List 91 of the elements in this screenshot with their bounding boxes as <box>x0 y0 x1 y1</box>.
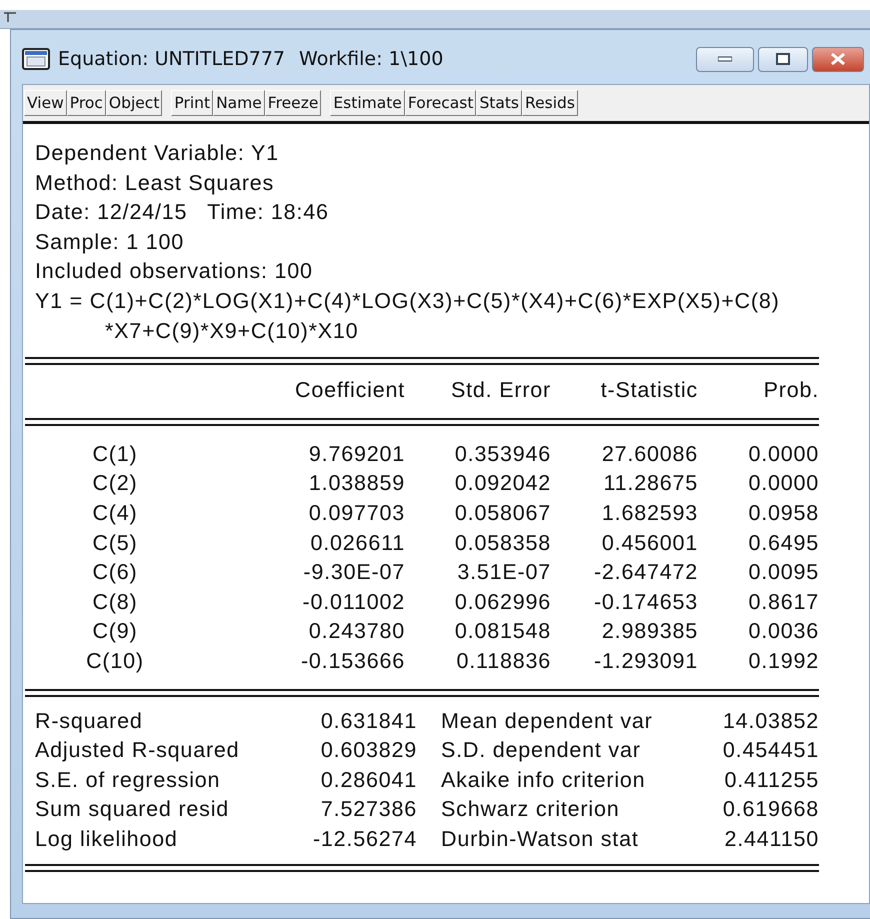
statistic-label: S.E. of regression <box>35 766 222 794</box>
equation-line: *X7+C(9)*X9+C(10)*X10 <box>104 318 360 345</box>
variable-name: C(6) <box>91 559 138 586</box>
window-title: Equation: UNTITLED777 <box>58 48 286 70</box>
table-cell-text: 0.6495 <box>747 530 819 557</box>
table-cell-text: 0.026611 <box>310 530 405 557</box>
statistic-label: Sum squared resid <box>35 796 230 824</box>
statistic-value: 0.286041 <box>320 766 417 794</box>
toolbar-button[interactable]: Name <box>213 90 265 116</box>
statistic-value: 0.454451 <box>722 737 819 764</box>
statistic-label: R-squared <box>35 708 144 734</box>
column-header: Coefficient <box>294 377 405 404</box>
table-cell-text: 0.0000 <box>747 470 819 498</box>
maximize-icon <box>776 53 790 65</box>
statistic-label: Durbin-Watson stat <box>441 826 640 853</box>
column-header: Std. Error <box>450 377 551 404</box>
statistic-value: 0.631841 <box>320 708 417 734</box>
statistic-value: 0.603829 <box>320 737 417 764</box>
close-button[interactable] <box>812 46 864 72</box>
equation-line: Y1 = C(1)+C(2)*LOG(X1)+C(4)*LOG(X3)+C(5)*(X4)+C(6)*EXP(X5)+C(8) <box>35 288 781 315</box>
minimize-icon <box>718 56 732 62</box>
table-cell-text: -0.174653 <box>592 588 698 616</box>
table-cell-text: 0.092042 <box>454 470 551 498</box>
statistic-value: -12.56274 <box>312 826 417 853</box>
table-cell-text: 27.60086 <box>600 440 698 468</box>
table-cell-text: -2.647472 <box>592 559 698 586</box>
table-cell-text: 0.118836 <box>456 648 551 675</box>
toolbar-button[interactable]: Print <box>171 90 214 116</box>
table-cell-text: 1.038859 <box>308 470 405 498</box>
toolbar-button[interactable]: View <box>24 90 67 116</box>
table-cell-text: 0.243780 <box>308 618 405 646</box>
header-line: Dependent Variable: Y1 <box>35 140 280 167</box>
maximize-button[interactable] <box>758 46 808 72</box>
statistic-value: 2.441150 <box>724 826 819 853</box>
table-cell-text: 1.682593 <box>600 500 698 527</box>
toolbar-button[interactable]: Freeze <box>264 90 322 116</box>
table-cell-text: 0.097703 <box>308 500 405 527</box>
variable-name: C(5) <box>91 530 138 557</box>
variable-name: C(9) <box>91 618 138 646</box>
table-cell-text: 0.081548 <box>454 618 551 646</box>
table-cell-text: 0.058358 <box>454 530 551 557</box>
table-cell-text: 3.51E-07 <box>456 559 551 586</box>
statistic-label: S.D. dependent var <box>441 737 642 764</box>
statistic-label: Adjusted R-squared <box>35 737 240 764</box>
header-line: Included observations: 100 <box>35 258 314 286</box>
toolbar-button[interactable]: Stats <box>476 90 522 116</box>
statistic-label: Mean dependent var <box>441 708 654 734</box>
variable-name: C(2) <box>91 470 138 498</box>
table-cell-text: -0.153666 <box>300 648 405 675</box>
header-line: Sample: 1 100 <box>35 228 186 256</box>
table-cell-text: 2.989385 <box>600 618 698 646</box>
table-cell-text: 0.0000 <box>747 440 819 468</box>
table-cell-text: 11.28675 <box>602 470 698 498</box>
variable-name: C(10) <box>85 648 145 675</box>
statistic-label: Log likelihood <box>35 826 179 853</box>
statistic-label: Akaike info criterion <box>441 766 646 794</box>
toolbar-button[interactable]: Estimate <box>330 90 405 116</box>
statistic-value: 14.03852 <box>722 708 819 734</box>
header-line: Date: 12/24/15 Time: 18:46 <box>35 199 330 226</box>
variable-name: C(8) <box>91 588 138 616</box>
table-cell-text: 0.8617 <box>747 588 819 616</box>
toolbar-button[interactable]: Resids <box>522 90 578 116</box>
statistic-value: 0.619668 <box>722 796 819 824</box>
table-cell-text: 0.058067 <box>454 500 551 527</box>
column-header: t-Statistic <box>600 377 698 404</box>
table-cell-text: 9.769201 <box>308 440 405 468</box>
window-icon <box>22 48 50 70</box>
table-cell-text: -1.293091 <box>592 648 698 675</box>
statistic-value: 7.527386 <box>320 796 417 824</box>
statistic-label: Schwarz criterion <box>441 796 620 824</box>
table-cell-text: -9.30E-07 <box>302 559 405 586</box>
table-cell-text: 0.353946 <box>454 440 551 468</box>
table-cell-text: 0.0036 <box>747 618 819 646</box>
table-cell-text: 0.0958 <box>747 500 819 527</box>
table-cell-text: 0.062996 <box>454 588 551 616</box>
variable-name: C(4) <box>91 500 138 527</box>
toolbar-button[interactable]: Proc <box>66 90 106 116</box>
toolbar-button[interactable]: Object <box>106 90 162 116</box>
minimize-button[interactable] <box>696 46 754 72</box>
column-header: Prob. <box>762 377 819 404</box>
window-edge-icon <box>4 10 18 22</box>
toolbar-button[interactable]: Forecast <box>404 90 476 116</box>
table-cell-text: 0.0095 <box>747 559 819 586</box>
close-icon <box>830 52 846 66</box>
header-line: Method: Least Squares <box>35 170 276 197</box>
statistic-value: 0.411255 <box>724 766 819 794</box>
table-cell-text: -0.011002 <box>302 588 405 616</box>
table-cell-text: 0.1992 <box>747 648 819 675</box>
workfile-label: Workfile: 1\100 <box>298 48 444 70</box>
variable-name: C(1) <box>91 440 138 468</box>
table-cell-text: 0.456001 <box>600 530 698 557</box>
